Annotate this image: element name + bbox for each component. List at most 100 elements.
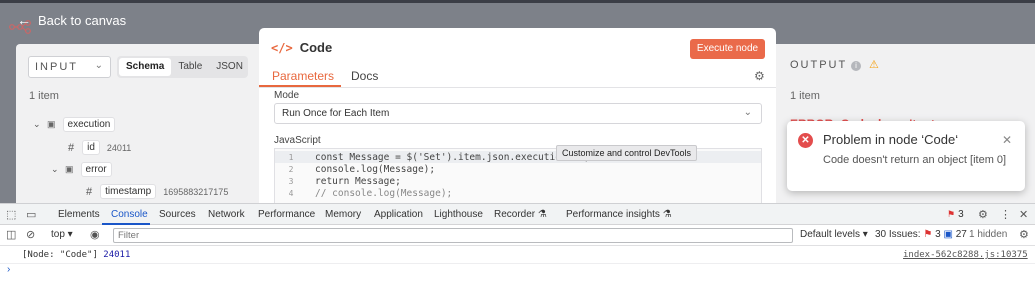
tree-key[interactable]: timestamp [100,184,157,199]
devtools-tooltip: Customize and control DevTools [556,145,698,161]
back-to-canvas-button[interactable]: ← Back to canvas [17,12,126,28]
output-label: OUTPUT [790,59,848,71]
devtools-tab-bar: ⬚ ▭ Elements Console Sources Network Per… [0,204,1035,225]
issues-info-count: 27 [955,229,967,240]
active-tab-underline [259,85,341,87]
issues-summary[interactable]: 30 Issues: ⚑ 3 ▣ 27 [875,229,967,240]
console-message-prefix: [Node: "Code"] [22,250,98,260]
close-icon[interactable]: ✕ [1019,208,1028,221]
clear-console-icon[interactable]: ⊘ [26,228,35,241]
modal-title: </> Code [271,40,332,55]
hidden-messages-count: 1 hidden [969,229,1008,240]
mode-select[interactable]: Run Once for Each Item ⌄ [274,103,762,124]
devtools-tab-elements[interactable]: Elements [58,209,100,220]
close-icon[interactable]: ✕ [1002,133,1012,147]
info-icon[interactable]: i [851,61,861,71]
modal-title-text: Code [299,40,333,55]
tab-schema[interactable]: Schema [119,58,172,76]
context-select[interactable]: top ▾ [51,229,73,240]
inspect-element-icon[interactable]: ⬚ [6,208,16,221]
settings-gear-icon[interactable]: ⚙ [1019,228,1029,241]
tree-key[interactable]: id [82,140,100,155]
settings-gear-icon[interactable]: ⚙ [754,69,765,83]
error-x-icon: ✕ [798,133,813,148]
tab-table[interactable]: Table [171,58,209,76]
console-message-row: [Node: "Code"] 24011 index-562c8288.js:1… [0,246,1035,264]
input-label: INPUT [35,61,78,73]
hash-icon: # [68,141,75,154]
devtools-tab-network[interactable]: Network [208,209,245,220]
tree-row-execution[interactable]: ⌄ ▣ execution [33,117,116,132]
device-toolbar-icon[interactable]: ▭ [26,208,36,221]
tree-key[interactable]: error [80,162,112,177]
console-message-value: 24011 [103,250,131,260]
code-line-3[interactable]: 3 return Message; [275,175,761,187]
execute-node-button[interactable]: Execute node [690,39,765,59]
tree-value: 24011 [106,142,132,153]
tree-row-timestamp[interactable]: # timestamp 1695883217175 [86,184,228,199]
console-toolbar: ◫ ⊘ top ▾ ◉ Filter Default levels ▾ 30 I… [0,225,1035,246]
input-display-select[interactable]: INPUT ⌄ [28,56,111,78]
input-items-count: 1 item [29,90,59,102]
console-filter-input[interactable]: Filter [113,228,793,243]
line-number: 2 [288,164,294,174]
warning-icon: ⚠ [869,59,879,71]
toast-message: Code doesn't return an object [item 0] [823,154,1007,166]
devtools-panel: ⬚ ▭ Elements Console Sources Network Per… [0,203,1035,300]
mode-value: Run Once for Each Item [282,108,390,119]
tree-key[interactable]: execution [62,117,116,132]
console-message: [Node: "Code"] 24011 [22,250,130,260]
code-node-modal: </> Code Execute node Parameters Docs ⚙ … [259,28,776,203]
output-items-count: 1 item [790,90,820,102]
hash-icon: # [86,185,93,198]
code-text: return Message; [315,175,401,187]
toast-title: Problem in node ‘Code‘ [823,132,959,147]
tab-parameters[interactable]: Parameters [272,69,334,83]
javascript-label: JavaScript [274,135,321,146]
back-to-canvas-label: Back to canvas [38,12,127,28]
devtools-tab-sources[interactable]: Sources [159,209,196,220]
eye-icon[interactable]: ◉ [90,228,100,241]
modal-tabs: Parameters Docs [259,66,776,88]
issues-badge-count: 3 [958,209,964,220]
arrow-left-icon: ← [17,12,31,28]
line-number: 3 [288,176,294,186]
devtools-tab-performance[interactable]: Performance [258,209,315,220]
more-options-icon[interactable]: ⋮ [1000,208,1011,221]
log-levels-select[interactable]: Default levels ▾ [800,229,868,240]
devtools-tab-lighthouse[interactable]: Lighthouse [434,209,483,220]
line-number: 4 [288,188,294,198]
code-icon: </> [271,40,293,55]
console-source-link[interactable]: index-562c8288.js:10375 [903,250,1028,260]
tree-value: 1695883217175 [163,186,229,197]
input-panel: INPUT ⌄ Schema Table JSON 1 item ⌄ ▣ exe… [16,44,260,203]
mode-label: Mode [274,90,300,101]
tree-row-id[interactable]: # id 24011 [68,140,131,155]
code-text: // console.log(Message); [315,187,453,199]
devtools-tab-recorder[interactable]: Recorder ⚗ [494,209,547,220]
object-icon: ▣ [65,164,74,174]
chevron-down-icon: ⌄ [94,60,103,71]
tab-docs[interactable]: Docs [351,69,378,83]
sidebar-toggle-icon[interactable]: ◫ [6,228,16,241]
code-line-4[interactable]: 4 // console.log(Message); [275,187,761,199]
devtools-tab-performance-insights[interactable]: Performance insights ⚗ [566,209,672,220]
issues-summary-label: 30 Issues: [875,229,921,240]
settings-gear-icon[interactable]: ⚙ [978,208,988,221]
issues-badge[interactable]: ⚑ 3 [947,209,964,220]
code-text: console.log(Message); [315,163,436,175]
devtools-tab-console[interactable]: Console [111,209,148,220]
code-text: const Message = $('Set').item.json.execu… [315,151,590,163]
tree-row-error[interactable]: ⌄ ▣ error [51,162,112,177]
chevron-down-icon: ⌄ [743,107,752,118]
console-prompt-icon[interactable]: › [7,264,10,275]
tab-json[interactable]: JSON [209,58,250,76]
code-line-2[interactable]: 2 console.log(Message); [275,163,761,175]
devtools-tab-application[interactable]: Application [374,209,423,220]
error-flag-icon: ⚑ [923,229,933,240]
flag-icon: ⚑ [947,209,956,219]
caret-down-icon: ⌄ [33,119,41,129]
devtools-tab-memory[interactable]: Memory [325,209,361,220]
input-view-tabs: Schema Table JSON [117,56,248,78]
info-flag-icon: ▣ [943,229,953,240]
